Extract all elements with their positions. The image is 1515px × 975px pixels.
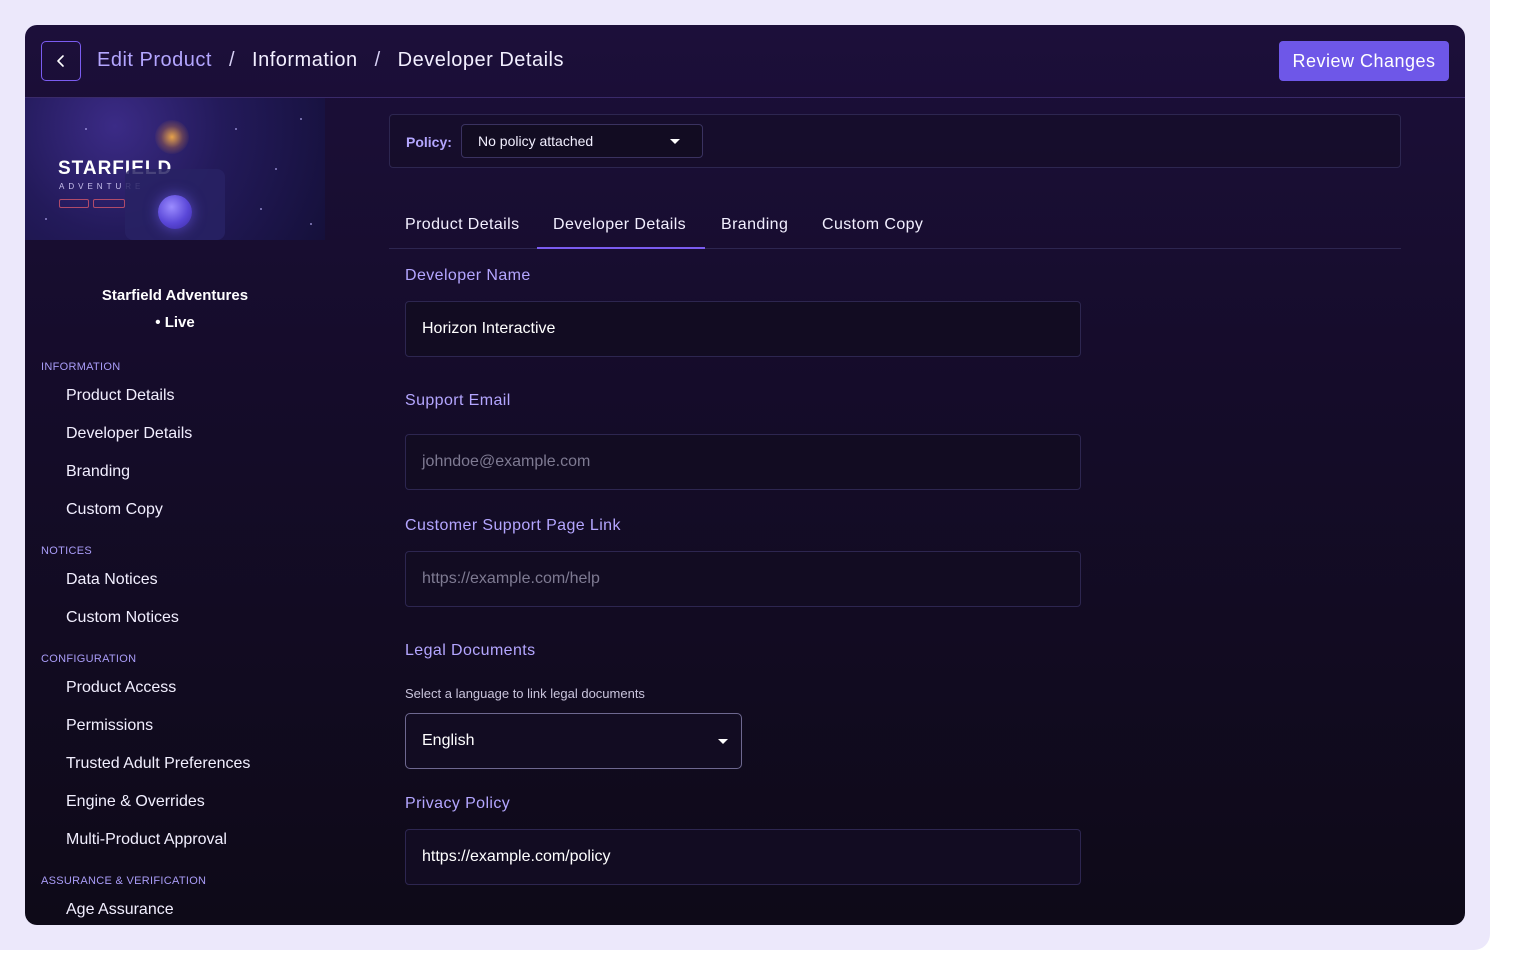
tab-developer-details[interactable]: Developer Details xyxy=(537,204,705,249)
thumbnail-planet xyxy=(158,195,192,229)
support-email-placeholder: johndoe@example.com xyxy=(422,453,591,470)
thumbnail-sun xyxy=(155,120,189,154)
back-button[interactable] xyxy=(41,41,81,81)
tab-bar: Product Details Developer Details Brandi… xyxy=(389,204,1401,249)
thumbnail-chip xyxy=(59,199,89,208)
thumbnail-chip xyxy=(93,199,125,208)
caret-down-icon xyxy=(718,739,728,744)
sidebar-item-permissions[interactable]: Permissions xyxy=(66,717,153,735)
legal-documents-help: Select a language to link legal document… xyxy=(405,686,645,701)
status-badge: • Live xyxy=(155,314,195,331)
policy-bar: Policy: No policy attached xyxy=(389,114,1401,168)
nav-section-notices: NOTICES xyxy=(41,545,92,557)
language-select[interactable]: English xyxy=(405,713,742,769)
tab-branding[interactable]: Branding xyxy=(721,204,788,249)
top-bar: Edit Product / Information / Developer D… xyxy=(25,25,1465,98)
sidebar-item-custom-notices[interactable]: Custom Notices xyxy=(66,609,179,627)
sidebar-item-multi-product-approval[interactable]: Multi-Product Approval xyxy=(66,831,227,849)
breadcrumb-information: Information xyxy=(252,49,358,71)
policy-select[interactable]: No policy attached xyxy=(461,124,703,158)
nav-section-information: INFORMATION xyxy=(41,361,121,373)
sidebar-item-engine-overrides[interactable]: Engine & Overrides xyxy=(66,793,205,811)
sidebar-item-branding[interactable]: Branding xyxy=(66,463,130,481)
product-name: Starfield Adventures xyxy=(101,287,249,304)
breadcrumb-developer-details: Developer Details xyxy=(397,49,564,71)
sidebar-item-trusted-adult-preferences[interactable]: Trusted Adult Preferences xyxy=(66,755,250,773)
breadcrumb-separator: / xyxy=(374,49,381,71)
caret-down-icon xyxy=(670,139,680,144)
sidebar-item-age-assurance[interactable]: Age Assurance xyxy=(66,901,174,919)
developer-name-input[interactable]: Horizon Interactive xyxy=(405,301,1081,357)
product-thumbnail: STARFIELD ADVENTURE xyxy=(25,98,325,240)
app-window: Edit Product / Information / Developer D… xyxy=(25,25,1465,925)
sidebar-item-custom-copy[interactable]: Custom Copy xyxy=(66,501,163,519)
support-email-label: Support Email xyxy=(405,392,511,409)
tab-custom-copy[interactable]: Custom Copy xyxy=(822,204,923,249)
tab-product-details[interactable]: Product Details xyxy=(405,204,520,249)
sidebar: STARFIELD ADVENTURE Starfield Adventures… xyxy=(25,98,325,925)
sidebar-item-developer-details[interactable]: Developer Details xyxy=(66,425,192,443)
breadcrumb-edit-product[interactable]: Edit Product xyxy=(97,49,212,72)
privacy-policy-label: Privacy Policy xyxy=(405,795,511,812)
sidebar-item-data-notices[interactable]: Data Notices xyxy=(66,571,158,589)
sidebar-item-product-details[interactable]: Product Details xyxy=(66,387,175,405)
support-email-input[interactable]: johndoe@example.com xyxy=(405,434,1081,490)
privacy-policy-input[interactable]: https://example.com/policy xyxy=(405,829,1081,885)
breadcrumb: Edit Product / Information / Developer D… xyxy=(97,49,564,72)
review-changes-button[interactable]: Review Changes xyxy=(1279,41,1449,81)
privacy-policy-value: https://example.com/policy xyxy=(422,848,611,865)
support-link-placeholder: https://example.com/help xyxy=(422,570,600,587)
breadcrumb-separator: / xyxy=(228,49,236,71)
nav-section-assurance-verification: ASSURANCE & VERIFICATION xyxy=(41,875,207,887)
support-link-input[interactable]: https://example.com/help xyxy=(405,551,1081,607)
legal-documents-label: Legal Documents xyxy=(405,642,536,659)
developer-name-value: Horizon Interactive xyxy=(422,320,556,337)
support-link-label: Customer Support Page Link xyxy=(405,517,621,534)
chevron-left-icon xyxy=(57,55,64,67)
developer-name-label: Developer Name xyxy=(405,267,531,284)
nav-section-configuration: CONFIGURATION xyxy=(41,653,137,665)
sidebar-item-product-access[interactable]: Product Access xyxy=(66,679,176,697)
policy-select-value: No policy attached xyxy=(478,133,594,149)
policy-label: Policy: xyxy=(406,134,452,150)
language-select-value: English xyxy=(422,732,475,749)
